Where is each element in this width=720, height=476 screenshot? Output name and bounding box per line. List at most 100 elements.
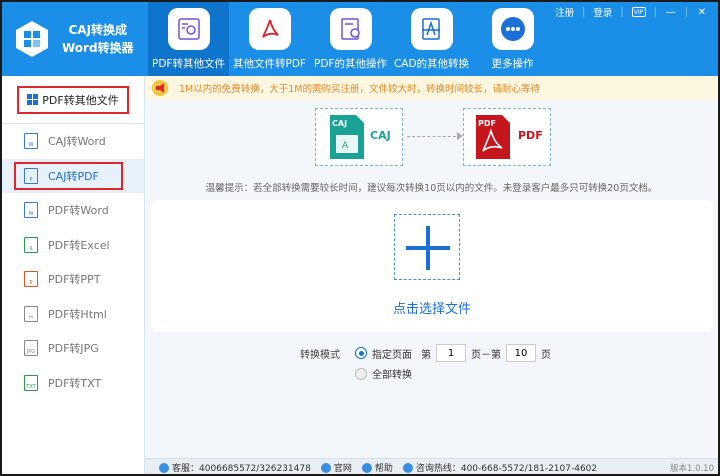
sidebar-item-caj-to-pdf[interactable]: P CAJ转PDF (2, 158, 144, 193)
app-window: CAJ转换成 Word转换器 PDF转其他文件 其他文件转PDF PDF的其他操… (0, 0, 720, 476)
nav-more[interactable]: 更多操作 (472, 2, 553, 76)
radio-specify-pages[interactable] (355, 347, 367, 359)
nav-label: 更多操作 (491, 58, 534, 70)
close-icon[interactable]: ✕ (696, 6, 708, 18)
notice-text: 1M以内的免费转换，大于1M的需购买注册，文件较大时，转换时间较长，请耐心等待 (179, 84, 540, 95)
megaphone-icon (151, 79, 171, 97)
service-text: 客服：4006685572/326231478 (172, 464, 311, 474)
sidebar-header-box[interactable]: PDF转其他文件 (17, 85, 129, 114)
tip-text: 温馨提示：若全部转换需要较长时间，建议每次转换10页以内的文件。未登录客户最多只… (205, 183, 658, 194)
status-bar: 客服：4006685572/326231478 官网 帮助 咨询热线：400-6… (145, 458, 718, 474)
website-link[interactable]: 官网 (320, 461, 352, 474)
sidebar-header: PDF转其他文件 (2, 76, 144, 124)
conversion-arrow (407, 136, 461, 137)
help-label: 帮助 (374, 464, 393, 474)
radio-convert-all[interactable] (355, 367, 367, 380)
icon-tag: P (29, 176, 33, 183)
vip-icon[interactable]: VIP (631, 7, 646, 17)
target-file-tag: PDF (478, 119, 496, 128)
nav-pdf-to-other[interactable]: PDF转其他文件 (148, 2, 229, 76)
sidebar-item-label: PDF转JPG (48, 342, 99, 356)
icon-tag: TXT (26, 383, 36, 390)
hotline-text: 咨询热线：400-668-5572/181-2107-4602 (415, 464, 598, 474)
brand-line2: Word转换器 (62, 41, 134, 55)
help-icon (361, 462, 372, 473)
mode-label: 转换模式 (300, 349, 340, 361)
nav-cad-convert[interactable]: CAD的其他转换 (391, 2, 472, 76)
target-format-box: PDF PDF (463, 108, 551, 166)
word-file-icon: W (24, 133, 38, 150)
specify-pages-label: 指定页面 (372, 349, 412, 361)
sidebar-item-label: PDF转PPT (48, 273, 101, 287)
cad-icon (410, 8, 453, 50)
customer-service[interactable]: 客服：4006685572/326231478 (159, 461, 311, 474)
more-dots-icon (491, 8, 534, 50)
conversion-mode-row: 转换模式 指定页面 第 页－第 页 (145, 342, 718, 364)
pdf-gear-icon (329, 8, 372, 50)
file-drop-area[interactable]: 点击选择文件 (151, 200, 713, 332)
hotline: 咨询热线：400-668-5572/181-2107-4602 (402, 461, 598, 474)
sidebar-item-pdf-to-word[interactable]: W PDF转Word (2, 193, 144, 228)
separator: | (620, 6, 624, 18)
source-file-tag: CAJ (332, 119, 348, 128)
minimize-icon[interactable]: — (665, 6, 677, 18)
nav-label: PDF转其他文件 (152, 58, 225, 70)
header-bar: CAJ转换成 Word转换器 PDF转其他文件 其他文件转PDF PDF的其他操… (2, 2, 718, 76)
nav-label: 其他文件转PDF (233, 58, 306, 70)
sidebar-item-pdf-to-txt[interactable]: TXT PDF转TXT (2, 366, 144, 401)
icon-tag: H (29, 314, 33, 321)
icon-tag: W (28, 142, 34, 149)
top-links: 注册 | 登录 | VIP | — | ✕ (555, 5, 708, 20)
page-suffix: 页 (541, 349, 551, 361)
sidebar-item-label: PDF转TXT (48, 376, 102, 390)
convert-all-option: 全部转换 (355, 366, 412, 381)
main-panel: A CAJ CAJ PDF PDF 温馨提示：若全部转换需要较长时间，建议每次转… (145, 100, 718, 458)
user-icon (159, 462, 169, 473)
nav-label: PDF的其他操作 (314, 58, 387, 70)
source-format-box: A CAJ CAJ (315, 108, 403, 166)
sidebar-item-caj-to-word[interactable]: W CAJ转Word (2, 124, 144, 159)
logo-icon (12, 19, 52, 59)
sidebar-item-pdf-to-excel[interactable]: X PDF转Excel (2, 228, 144, 263)
sidebar-item-label: PDF转Excel (48, 238, 110, 252)
sidebar-item-label: PDF转Html (48, 307, 107, 321)
brand-line1: CAJ转换成 (68, 23, 128, 37)
active-item-highlight[interactable]: P CAJ转PDF (14, 161, 123, 190)
convert-all-label: 全部转换 (372, 370, 412, 381)
separator: | (582, 6, 586, 18)
excel-file-icon: X (24, 236, 38, 253)
nav-other-to-pdf[interactable]: 其他文件转PDF (229, 2, 310, 76)
nav-pdf-other-ops[interactable]: PDF的其他操作 (310, 2, 391, 76)
login-link[interactable]: 登录 (593, 5, 612, 19)
svg-text:A: A (342, 141, 349, 151)
pdf-file-icon: P (24, 167, 38, 184)
sidebar-item-label: PDF转Word (48, 204, 109, 218)
txt-file-icon: TXT (24, 374, 38, 391)
add-file-button[interactable] (394, 214, 460, 280)
phone-icon (402, 462, 413, 473)
page-from-input[interactable] (436, 344, 466, 362)
page-to-input[interactable] (506, 344, 536, 362)
icon-tag: P (29, 280, 33, 287)
sidebar-header-label: PDF转其他文件 (42, 93, 119, 107)
word-file-icon: W (24, 202, 38, 219)
sidebar-item-pdf-to-html[interactable]: H PDF转Html (2, 297, 144, 332)
target-format-label: PDF (518, 129, 543, 142)
main-nav: PDF转其他文件 其他文件转PDF PDF的其他操作 CAD的其他转换 更多操作 (148, 2, 553, 76)
select-file-label[interactable]: 点击选择文件 (151, 298, 713, 317)
sidebar-item-pdf-to-jpg[interactable]: JPG PDF转JPG (2, 331, 144, 366)
register-link[interactable]: 注册 (555, 5, 574, 19)
jpg-file-icon: JPG (24, 340, 38, 357)
icon-tag: W (28, 211, 34, 218)
icon-tag: JPG (26, 349, 36, 356)
conversion-illustration: A CAJ CAJ PDF PDF (145, 108, 718, 168)
separator: | (684, 6, 688, 18)
help-link[interactable]: 帮助 (361, 461, 393, 474)
source-format-label: CAJ (370, 129, 391, 142)
sidebar: PDF转其他文件 W CAJ转Word P CAJ转PDF W PDF转Word… (2, 76, 145, 458)
sidebar-item-label: CAJ转PDF (48, 169, 99, 183)
brand: CAJ转换成 Word转换器 (2, 2, 148, 76)
sidebar-item-pdf-to-ppt[interactable]: P PDF转PPT (2, 262, 144, 297)
sidebar-footer (2, 458, 145, 474)
version-text: 版本1.0.10 (669, 463, 714, 474)
